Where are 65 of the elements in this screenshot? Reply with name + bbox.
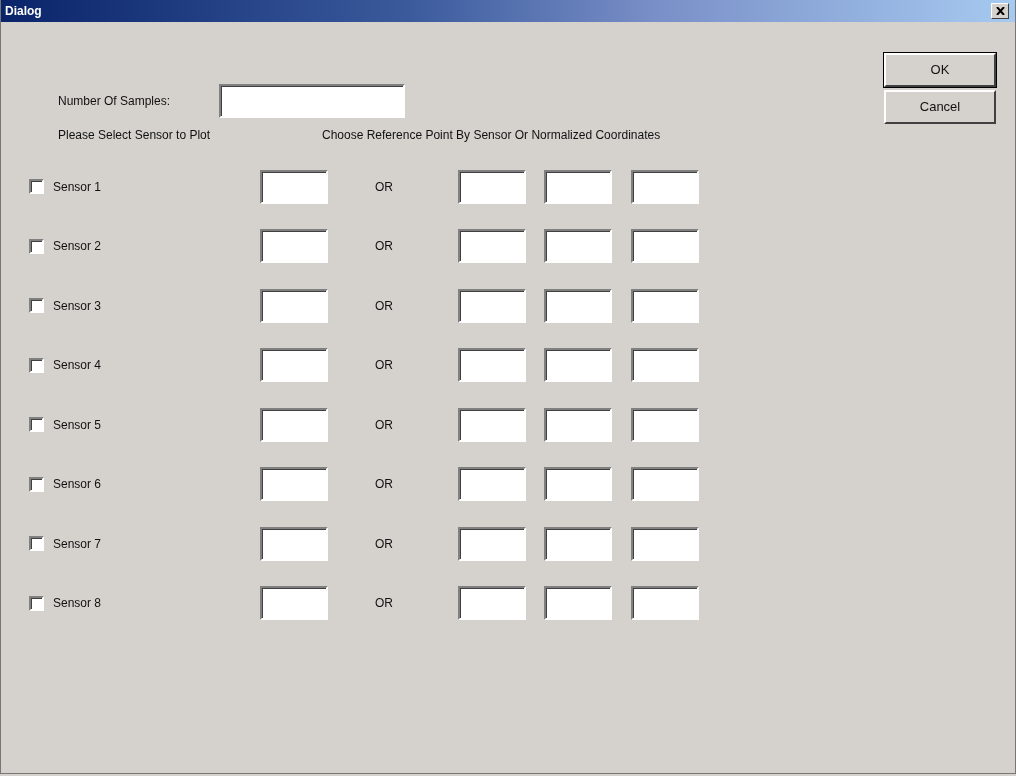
or-label: OR xyxy=(375,476,394,493)
cancel-button[interactable]: Cancel xyxy=(884,90,996,124)
coordinate-field[interactable] xyxy=(260,526,328,561)
coordinate-field[interactable] xyxy=(544,467,612,501)
sensor-label: Sensor 2 xyxy=(53,238,103,255)
sensor-label: Sensor 8 xyxy=(53,595,103,612)
section-label: Choose Reference Point By Sensor Or Normalized Coordinates xyxy=(322,127,661,144)
coordinate-field[interactable] xyxy=(631,229,699,263)
coordinate-field[interactable] xyxy=(458,348,526,382)
sensor-label: Sensor 1 xyxy=(53,178,103,196)
close-icon xyxy=(995,7,1005,15)
samples-label: Number Of Samples: xyxy=(58,93,172,110)
checkbox[interactable] xyxy=(29,417,44,432)
coordinate-field[interactable] xyxy=(458,169,526,204)
close-button[interactable] xyxy=(991,3,1009,19)
coordinate-field[interactable] xyxy=(631,467,699,501)
coordinate-field[interactable] xyxy=(544,348,612,382)
coordinate-field[interactable] xyxy=(458,288,526,323)
sensor-label: Sensor 5 xyxy=(53,416,103,434)
section-label: Please Select Sensor to Plot xyxy=(58,127,212,144)
or-label: OR xyxy=(375,178,394,196)
coordinate-field[interactable] xyxy=(544,288,612,323)
coordinate-field[interactable] xyxy=(544,229,612,263)
or-label: OR xyxy=(375,357,394,374)
coordinate-field[interactable] xyxy=(260,586,328,620)
checkbox[interactable] xyxy=(29,357,44,373)
coordinate-field[interactable] xyxy=(260,467,328,501)
coordinate-field[interactable] xyxy=(458,586,526,620)
or-label: OR xyxy=(375,416,394,434)
window-title: Dialog xyxy=(5,3,42,20)
coordinate-field[interactable] xyxy=(631,288,699,323)
checkbox[interactable] xyxy=(29,179,44,194)
checkbox[interactable] xyxy=(29,476,44,492)
coordinate-field[interactable] xyxy=(458,407,526,442)
sensor-label: Sensor 6 xyxy=(53,476,103,493)
coordinate-field[interactable] xyxy=(458,229,526,263)
coordinate-field[interactable] xyxy=(260,229,328,263)
coordinate-field[interactable] xyxy=(260,169,328,204)
coordinate-field[interactable] xyxy=(631,169,699,204)
coordinate-field[interactable] xyxy=(544,169,612,204)
coordinate-field[interactable] xyxy=(544,407,612,442)
coordinate-field[interactable] xyxy=(458,526,526,561)
coordinate-field[interactable] xyxy=(260,288,328,323)
or-label: OR xyxy=(375,238,394,255)
checkbox[interactable] xyxy=(29,536,44,551)
checkbox[interactable] xyxy=(29,595,44,611)
coordinate-field[interactable] xyxy=(458,467,526,501)
or-label: OR xyxy=(375,595,394,612)
coordinate-field[interactable] xyxy=(631,348,699,382)
sensor-label: Sensor 4 xyxy=(53,357,103,374)
coordinate-field[interactable] xyxy=(260,348,328,382)
coordinate-field[interactable] xyxy=(260,407,328,442)
checkbox[interactable] xyxy=(29,238,44,254)
coordinate-field[interactable] xyxy=(544,586,612,620)
or-label: OR xyxy=(375,297,394,315)
coordinate-field[interactable] xyxy=(631,586,699,620)
coordinate-field[interactable] xyxy=(544,526,612,561)
coordinate-field[interactable] xyxy=(631,407,699,442)
checkbox[interactable] xyxy=(29,298,44,313)
sensor-label: Sensor 7 xyxy=(53,535,103,553)
samples-field[interactable] xyxy=(219,84,405,118)
sensor-label: Sensor 3 xyxy=(53,297,103,315)
or-label: OR xyxy=(375,535,394,553)
coordinate-field[interactable] xyxy=(631,526,699,561)
ok-button[interactable]: OK xyxy=(884,53,996,87)
